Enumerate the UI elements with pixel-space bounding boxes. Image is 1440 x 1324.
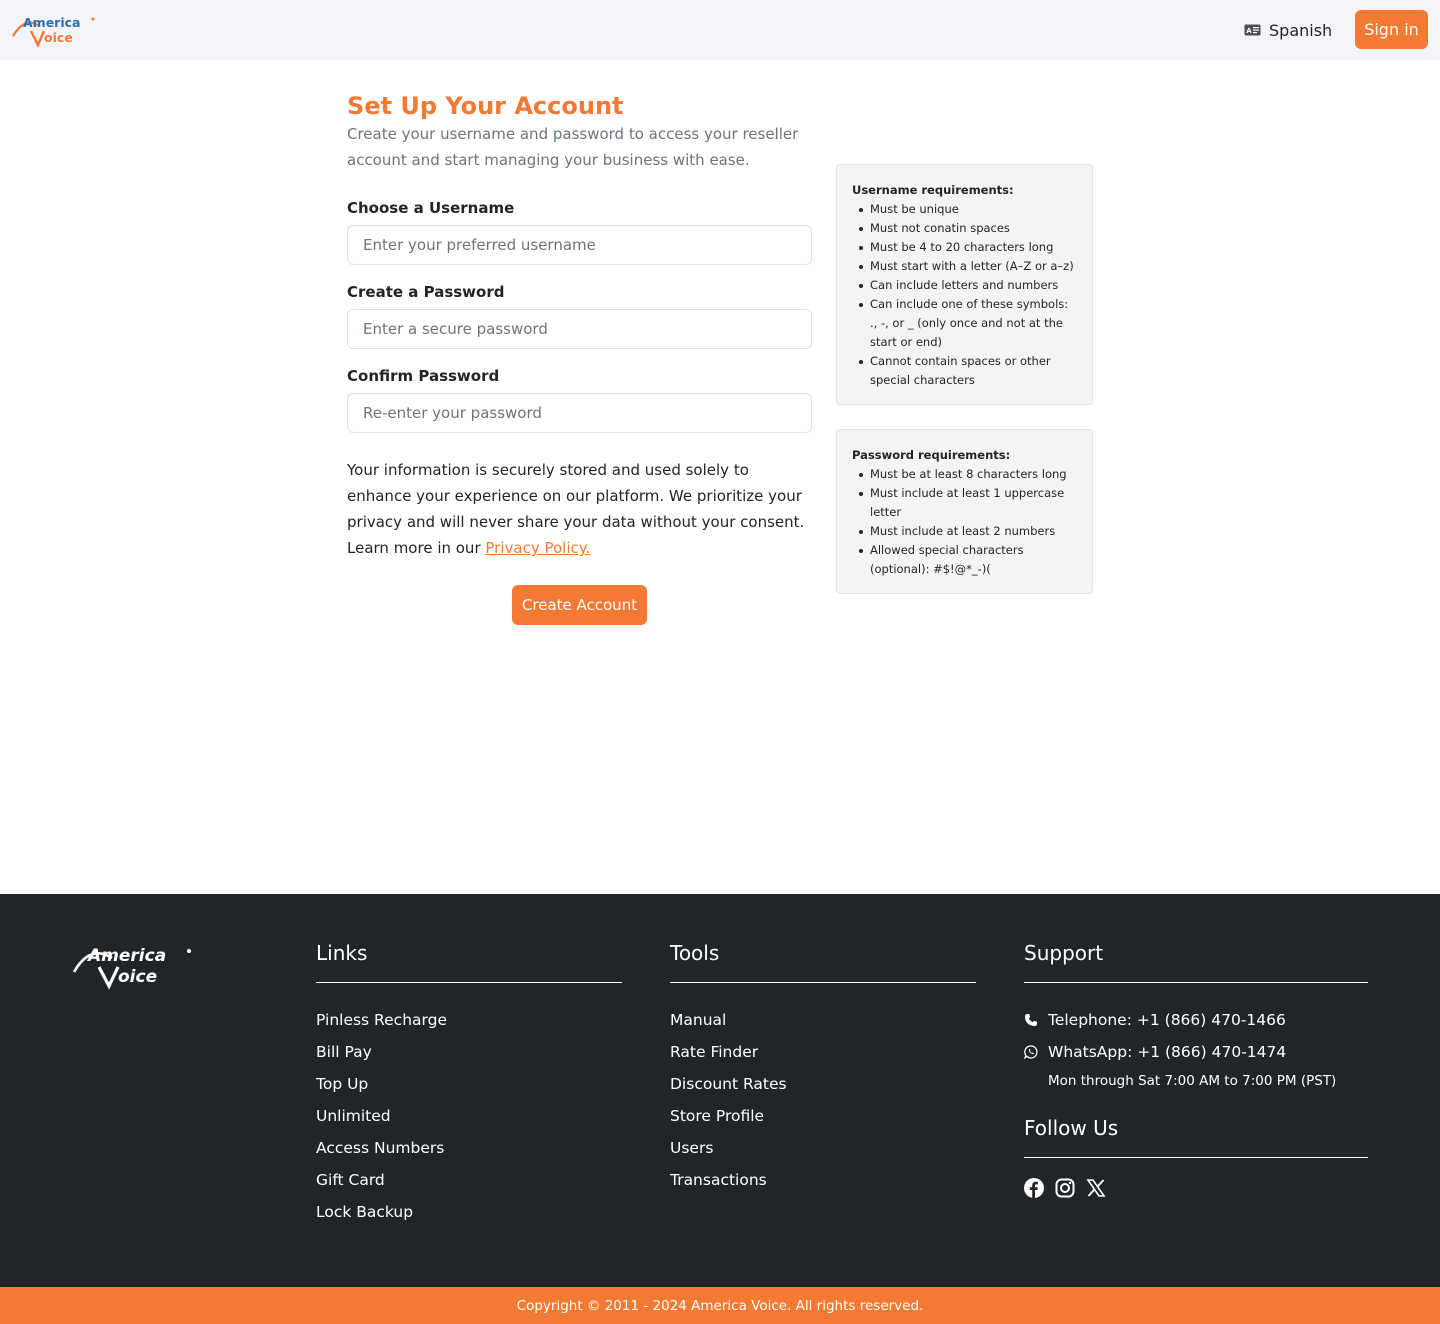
- divider: [670, 982, 976, 983]
- footer-tools-column: Tools Manual Rate Finder Discount Rates …: [670, 938, 976, 1196]
- password-requirements-card: Password requirements: Must be at least …: [836, 429, 1093, 594]
- password-label: Create a Password: [347, 283, 505, 301]
- copyright-text: Copyright © 2011 - 2024 America Voice. A…: [516, 1297, 924, 1314]
- footer-support-heading: Support: [1024, 941, 1104, 965]
- whatsapp-icon: [1024, 1045, 1038, 1059]
- list-item: Must not conatin spaces: [852, 219, 1077, 238]
- create-account-button[interactable]: Create Account: [512, 585, 647, 625]
- divider: [1024, 982, 1368, 983]
- footer-link-lock-backup[interactable]: Lock Backup: [316, 1196, 622, 1228]
- list-item: Can include one of these symbols: ., -, …: [852, 295, 1077, 352]
- username-label: Choose a Username: [347, 199, 515, 217]
- svg-text:oice: oice: [44, 30, 73, 45]
- svg-text:A: A: [1246, 27, 1252, 35]
- list-item: Allowed special characters (optional): #…: [852, 541, 1077, 579]
- divider: [316, 982, 622, 983]
- language-icon: A: [1244, 24, 1261, 36]
- list-item: Must include at least 1 uppercase letter: [852, 484, 1077, 522]
- password-requirements-title: Password requirements:: [852, 448, 1011, 462]
- list-item: Must start with a letter (A–Z or a–z): [852, 257, 1077, 276]
- footer-link-manual[interactable]: Manual: [670, 1004, 976, 1036]
- telephone-text: Telephone: +1 (866) 470-1466: [1048, 1011, 1286, 1029]
- footer-link-unlimited[interactable]: Unlimited: [316, 1100, 622, 1132]
- whatsapp-text: WhatsApp: +1 (866) 470-1474: [1048, 1043, 1287, 1061]
- password-requirements-list: Must be at least 8 characters long Must …: [852, 465, 1077, 579]
- support-whatsapp[interactable]: WhatsApp: +1 (866) 470-1474: [1024, 1036, 1368, 1068]
- footer-tools-heading: Tools: [670, 941, 720, 965]
- confirm-password-input[interactable]: [347, 393, 812, 433]
- facebook-icon[interactable]: [1024, 1178, 1044, 1198]
- list-item: Must include at least 2 numbers: [852, 522, 1077, 541]
- footer-link-rate-finder[interactable]: Rate Finder: [670, 1036, 976, 1068]
- svg-text:oice: oice: [118, 967, 157, 987]
- footer-link-discount-rates[interactable]: Discount Rates: [670, 1068, 976, 1100]
- footer-link-gift-card[interactable]: Gift Card: [316, 1164, 622, 1196]
- list-item: Must be unique: [852, 200, 1077, 219]
- footer-links-column: Links Pinless Recharge Bill Pay Top Up U…: [316, 938, 622, 1228]
- language-label: Spanish: [1269, 20, 1333, 40]
- username-requirements-title: Username requirements:: [852, 183, 1014, 197]
- language-switch[interactable]: A Spanish: [1244, 18, 1332, 42]
- divider: [1024, 1157, 1368, 1158]
- list-item: Can include letters and numbers: [852, 276, 1077, 295]
- username-input[interactable]: [347, 225, 812, 265]
- social-links: [1024, 1178, 1368, 1198]
- page-subtitle: Create your username and password to acc…: [347, 125, 799, 169]
- footer-link-top-up[interactable]: Top Up: [316, 1068, 622, 1100]
- footer-follow-heading: Follow Us: [1024, 1116, 1119, 1140]
- support-telephone[interactable]: Telephone: +1 (866) 470-1466: [1024, 1004, 1368, 1036]
- svg-text:America: America: [23, 15, 80, 30]
- privacy-notice: Your information is securely stored and …: [347, 457, 812, 561]
- footer-link-users[interactable]: Users: [670, 1132, 976, 1164]
- svg-text:America: America: [86, 946, 166, 966]
- top-navbar: America oice A Spanish Sign in: [0, 0, 1440, 60]
- footer-link-store-profile[interactable]: Store Profile: [670, 1100, 976, 1132]
- privacy-policy-link[interactable]: Privacy Policy.: [485, 539, 590, 557]
- footer-support-column: Support Telephone: +1 (866) 470-1466 Wha…: [1024, 938, 1368, 1198]
- footer-link-transactions[interactable]: Transactions: [670, 1164, 976, 1196]
- phone-icon: [1025, 1014, 1037, 1026]
- confirm-password-label: Confirm Password: [347, 367, 500, 385]
- footer-link-bill-pay[interactable]: Bill Pay: [316, 1036, 622, 1068]
- footer-link-access-numbers[interactable]: Access Numbers: [316, 1132, 622, 1164]
- america-voice-footer-logo[interactable]: America oice: [72, 940, 194, 990]
- support-hours: Mon through Sat 7:00 AM to 7:00 PM (PST): [1048, 1073, 1337, 1089]
- footer-link-pinless-recharge[interactable]: Pinless Recharge: [316, 1004, 622, 1036]
- password-input[interactable]: [347, 309, 812, 349]
- page-title: Set Up Your Account: [347, 92, 624, 120]
- list-item: Must be 4 to 20 characters long: [852, 238, 1077, 257]
- x-icon[interactable]: [1086, 1178, 1106, 1198]
- list-item: Cannot contain spaces or other special c…: [852, 352, 1077, 390]
- sign-in-button[interactable]: Sign in: [1355, 10, 1428, 49]
- footer-links-heading: Links: [316, 941, 368, 965]
- site-footer: America oice Links Pinless Recharge Bill…: [0, 894, 1440, 1287]
- copyright-bar: Copyright © 2011 - 2024 America Voice. A…: [0, 1287, 1440, 1324]
- america-voice-logo[interactable]: America oice: [11, 12, 97, 48]
- username-requirements-list: Must be unique Must not conatin spaces M…: [852, 200, 1077, 390]
- list-item: Must be at least 8 characters long: [852, 465, 1077, 484]
- username-requirements-card: Username requirements: Must be unique Mu…: [836, 164, 1093, 405]
- instagram-icon[interactable]: [1055, 1178, 1075, 1198]
